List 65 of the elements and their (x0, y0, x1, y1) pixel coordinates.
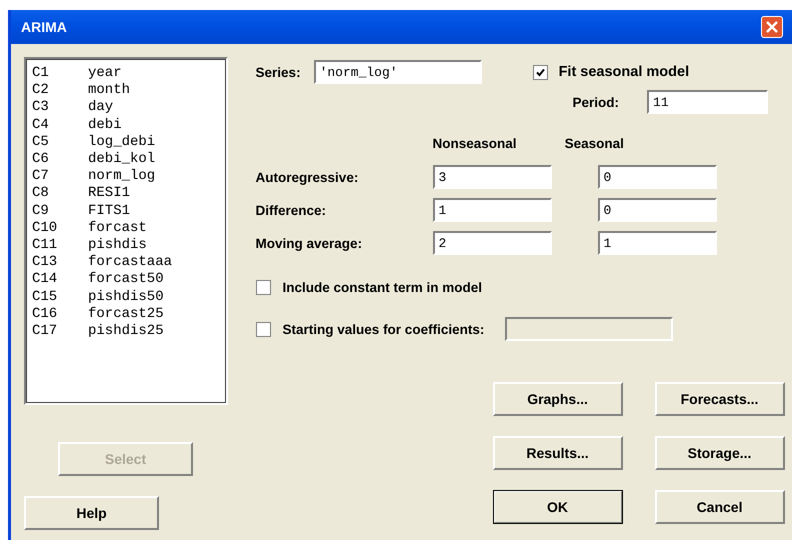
period-label: Period: (572, 94, 620, 110)
column-name[interactable]: debi (88, 116, 122, 134)
input-field[interactable]: 0 (598, 198, 717, 222)
dialog-button[interactable]: Results... (492, 436, 623, 470)
input-field[interactable]: 1 (598, 231, 717, 255)
column-name[interactable]: year (88, 65, 122, 82)
column-name[interactable]: forcastaaa (88, 254, 172, 272)
window-title: ARIMA (21, 19, 67, 35)
column-name[interactable]: forcast50 (88, 271, 164, 289)
column-name[interactable]: pishdis25 (88, 323, 164, 340)
column-name[interactable]: pishdis (88, 237, 147, 254)
column-id[interactable]: C1 (32, 65, 88, 82)
close-icon (765, 20, 779, 34)
checkbox[interactable] (532, 64, 548, 80)
column-name[interactable]: day (88, 99, 114, 117)
dialog-button[interactable]: Cancel (654, 490, 785, 524)
dialog-button[interactable]: Graphs... (492, 382, 623, 416)
checkbox-label: Fit seasonal model (558, 64, 690, 80)
column-id[interactable]: C11 (32, 237, 88, 254)
column-id[interactable]: C15 (32, 288, 88, 306)
dialog-button[interactable]: Storage... (654, 436, 785, 470)
column-id[interactable]: C13 (32, 254, 88, 272)
column-list[interactable]: C1 year C2 month C3 day C4 debi C5 log_debi C6 debi_kol C7 norm_log C8 RESI1 C9 FITS1 C10 forcast C11 pishdis C13 forcastaaa C14 forcast50 C15 pishdis50 C16 forcast25 C17 pishdis25 (24, 57, 228, 405)
checkbox-label: Include constant term in model (282, 280, 482, 295)
dialog-button[interactable]: Forecasts... (654, 382, 785, 416)
column-name[interactable]: FITS1 (88, 202, 130, 220)
column-id[interactable]: C6 (32, 151, 88, 168)
input-field[interactable]: 0 (598, 165, 717, 189)
input-field[interactable]: 2 (432, 231, 552, 255)
column-name[interactable]: norm_log (88, 168, 156, 186)
column-id[interactable]: C7 (32, 168, 88, 186)
checkbox[interactable] (256, 322, 271, 336)
period-field[interactable]: 11 (647, 90, 768, 114)
series-field[interactable]: 'norm_log' (314, 60, 482, 84)
column-header: Nonseasonal (432, 136, 517, 153)
close-button[interactable] (761, 16, 783, 38)
check-icon (536, 68, 545, 76)
column-name[interactable]: forcast (88, 220, 147, 238)
column-id[interactable]: C14 (32, 271, 88, 289)
column-id[interactable]: C4 (32, 116, 88, 134)
dialog-button[interactable]: OK (492, 490, 623, 524)
column-id[interactable]: C5 (32, 134, 88, 152)
column-name[interactable]: month (88, 82, 130, 100)
column-id[interactable]: C10 (32, 220, 88, 238)
column-name[interactable]: RESI1 (88, 185, 130, 203)
row-label: Autoregressive: (256, 170, 360, 184)
input-field[interactable]: 3 (432, 165, 552, 189)
column-id[interactable]: C3 (32, 99, 88, 117)
column-id[interactable]: C8 (32, 185, 88, 203)
column-name[interactable]: debi_kol (88, 151, 156, 168)
series-label: Series: (256, 64, 301, 80)
column-name[interactable]: forcast25 (88, 306, 164, 324)
help-button[interactable]: Help (24, 496, 159, 530)
column-id[interactable]: C17 (32, 323, 88, 340)
row-label: Moving average: (256, 236, 364, 250)
column-name[interactable]: pishdis50 (88, 288, 164, 306)
column-id[interactable]: C9 (32, 202, 88, 220)
column-id[interactable]: C2 (32, 82, 88, 100)
column-header: Seasonal (564, 136, 624, 153)
column-name[interactable]: log_debi (88, 134, 156, 152)
checkbox[interactable] (256, 280, 271, 295)
input-field[interactable]: 1 (432, 198, 552, 222)
column-id[interactable]: C16 (32, 306, 88, 324)
checkbox-label: Starting values for coefficients: (282, 322, 484, 336)
row-label: Difference: (256, 202, 328, 218)
